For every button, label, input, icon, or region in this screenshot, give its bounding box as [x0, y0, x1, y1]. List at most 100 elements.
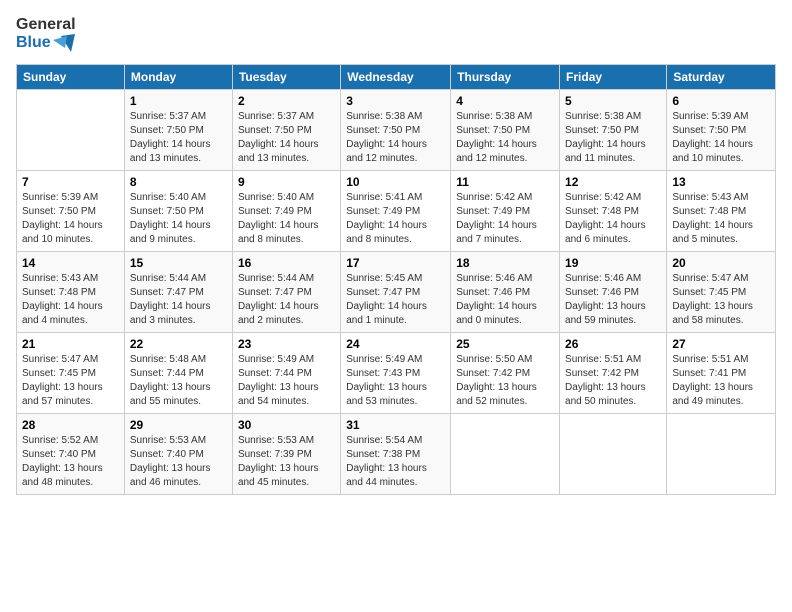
day-info: Sunrise: 5:47 AM Sunset: 7:45 PM Dayligh…: [22, 353, 119, 409]
col-header-wednesday: Wednesday: [341, 64, 451, 89]
day-cell: 23 Sunrise: 5:49 AM Sunset: 7:44 PM Dayli…: [232, 332, 340, 413]
day-cell: 10 Sunrise: 5:41 AM Sunset: 7:49 PM Dayli…: [341, 170, 451, 251]
day-info: Sunrise: 5:37 AM Sunset: 7:50 PM Dayligh…: [130, 110, 227, 166]
day-info: Sunrise: 5:40 AM Sunset: 7:50 PM Dayligh…: [130, 191, 227, 247]
logo-line2: Blue: [16, 34, 76, 52]
day-number: 14: [22, 256, 119, 270]
day-number: 29: [130, 418, 227, 432]
day-number: 23: [238, 337, 335, 351]
day-number: 30: [238, 418, 335, 432]
day-info: Sunrise: 5:41 AM Sunset: 7:49 PM Dayligh…: [346, 191, 445, 247]
week-row-1: 1Sunrise: 5:37 AM Sunset: 7:50 PM Daylig…: [17, 89, 776, 170]
day-info: Sunrise: 5:48 AM Sunset: 7:44 PM Dayligh…: [130, 353, 227, 409]
day-info: Sunrise: 5:43 AM Sunset: 7:48 PM Dayligh…: [22, 272, 119, 328]
day-cell: 14 Sunrise: 5:43 AM Sunset: 7:48 PM Dayli…: [17, 251, 125, 332]
day-cell: 8 Sunrise: 5:40 AM Sunset: 7:50 PM Daylig…: [124, 170, 232, 251]
day-cell: 21 Sunrise: 5:47 AM Sunset: 7:45 PM Dayli…: [17, 332, 125, 413]
day-info: Sunrise: 5:50 AM Sunset: 7:42 PM Dayligh…: [456, 353, 554, 409]
day-info: Sunrise: 5:46 AM Sunset: 7:46 PM Dayligh…: [565, 272, 661, 328]
day-number: 16: [238, 256, 335, 270]
day-cell: 25 Sunrise: 5:50 AM Sunset: 7:42 PM Dayli…: [451, 332, 560, 413]
day-cell: 26 Sunrise: 5:51 AM Sunset: 7:42 PM Dayli…: [560, 332, 667, 413]
day-cell: [560, 413, 667, 494]
day-cell: 30 Sunrise: 5:53 AM Sunset: 7:39 PM Dayli…: [232, 413, 340, 494]
day-cell: 29 Sunrise: 5:53 AM Sunset: 7:40 PM Dayli…: [124, 413, 232, 494]
day-info: Sunrise: 5:38 AM Sunset: 7:50 PM Dayligh…: [456, 110, 554, 166]
day-number: 22: [130, 337, 227, 351]
day-cell: 3 Sunrise: 5:38 AM Sunset: 7:50 PM Daylig…: [341, 89, 451, 170]
day-info: Sunrise: 5:42 AM Sunset: 7:49 PM Dayligh…: [456, 191, 554, 247]
day-number: 19: [565, 256, 661, 270]
day-cell: 24 Sunrise: 5:49 AM Sunset: 7:43 PM Dayli…: [341, 332, 451, 413]
day-info: Sunrise: 5:51 AM Sunset: 7:42 PM Dayligh…: [565, 353, 661, 409]
day-cell: 11Sunrise: 5:42 AM Sunset: 7:49 PM Dayli…: [451, 170, 560, 251]
day-cell: 20 Sunrise: 5:47 AM Sunset: 7:45 PM Dayli…: [667, 251, 776, 332]
day-info: Sunrise: 5:49 AM Sunset: 7:43 PM Dayligh…: [346, 353, 445, 409]
logo-bird-icon: [53, 34, 75, 52]
day-cell: 5 Sunrise: 5:38 AM Sunset: 7:50 PM Daylig…: [560, 89, 667, 170]
day-info: Sunrise: 5:47 AM Sunset: 7:45 PM Dayligh…: [672, 272, 770, 328]
day-cell: [667, 413, 776, 494]
day-cell: 6 Sunrise: 5:39 AM Sunset: 7:50 PM Daylig…: [667, 89, 776, 170]
col-header-friday: Friday: [560, 64, 667, 89]
week-row-5: 28 Sunrise: 5:52 AM Sunset: 7:40 PM Dayli…: [17, 413, 776, 494]
day-cell: 27 Sunrise: 5:51 AM Sunset: 7:41 PM Dayli…: [667, 332, 776, 413]
day-number: 31: [346, 418, 445, 432]
day-number: 27: [672, 337, 770, 351]
logo-line1: General: [16, 16, 76, 34]
day-info: Sunrise: 5:51 AM Sunset: 7:41 PM Dayligh…: [672, 353, 770, 409]
day-info: Sunrise: 5:39 AM Sunset: 7:50 PM Dayligh…: [672, 110, 770, 166]
day-number: 18: [456, 256, 554, 270]
day-info: Sunrise: 5:43 AM Sunset: 7:48 PM Dayligh…: [672, 191, 770, 247]
day-number: 26: [565, 337, 661, 351]
day-info: Sunrise: 5:53 AM Sunset: 7:40 PM Dayligh…: [130, 434, 227, 490]
day-number: 25: [456, 337, 554, 351]
day-number: 15: [130, 256, 227, 270]
day-cell: [451, 413, 560, 494]
calendar-table: SundayMondayTuesdayWednesdayThursdayFrid…: [16, 64, 776, 495]
day-info: Sunrise: 5:42 AM Sunset: 7:48 PM Dayligh…: [565, 191, 661, 247]
col-header-sunday: Sunday: [17, 64, 125, 89]
day-info: Sunrise: 5:54 AM Sunset: 7:38 PM Dayligh…: [346, 434, 445, 490]
day-info: Sunrise: 5:38 AM Sunset: 7:50 PM Dayligh…: [565, 110, 661, 166]
day-cell: 22 Sunrise: 5:48 AM Sunset: 7:44 PM Dayli…: [124, 332, 232, 413]
day-number: 20: [672, 256, 770, 270]
day-number: 24: [346, 337, 445, 351]
day-cell: 15 Sunrise: 5:44 AM Sunset: 7:47 PM Dayli…: [124, 251, 232, 332]
day-number: 5: [565, 94, 661, 108]
day-info: Sunrise: 5:49 AM Sunset: 7:44 PM Dayligh…: [238, 353, 335, 409]
day-cell: 19 Sunrise: 5:46 AM Sunset: 7:46 PM Dayli…: [560, 251, 667, 332]
day-info: Sunrise: 5:37 AM Sunset: 7:50 PM Dayligh…: [238, 110, 335, 166]
day-cell: 28 Sunrise: 5:52 AM Sunset: 7:40 PM Dayli…: [17, 413, 125, 494]
day-cell: 18Sunrise: 5:46 AM Sunset: 7:46 PM Dayli…: [451, 251, 560, 332]
day-number: 6: [672, 94, 770, 108]
day-number: 28: [22, 418, 119, 432]
logo: General Blue: [16, 16, 76, 52]
day-cell: 12Sunrise: 5:42 AM Sunset: 7:48 PM Dayli…: [560, 170, 667, 251]
day-info: Sunrise: 5:52 AM Sunset: 7:40 PM Dayligh…: [22, 434, 119, 490]
day-info: Sunrise: 5:53 AM Sunset: 7:39 PM Dayligh…: [238, 434, 335, 490]
day-cell: 1Sunrise: 5:37 AM Sunset: 7:50 PM Daylig…: [124, 89, 232, 170]
day-info: Sunrise: 5:38 AM Sunset: 7:50 PM Dayligh…: [346, 110, 445, 166]
day-number: 10: [346, 175, 445, 189]
week-row-4: 21 Sunrise: 5:47 AM Sunset: 7:45 PM Dayli…: [17, 332, 776, 413]
day-info: Sunrise: 5:45 AM Sunset: 7:47 PM Dayligh…: [346, 272, 445, 328]
day-info: Sunrise: 5:44 AM Sunset: 7:47 PM Dayligh…: [130, 272, 227, 328]
day-number: 21: [22, 337, 119, 351]
day-info: Sunrise: 5:40 AM Sunset: 7:49 PM Dayligh…: [238, 191, 335, 247]
day-number: 9: [238, 175, 335, 189]
col-header-tuesday: Tuesday: [232, 64, 340, 89]
day-number: 8: [130, 175, 227, 189]
day-number: 17: [346, 256, 445, 270]
day-number: 3: [346, 94, 445, 108]
header: General Blue: [16, 16, 776, 52]
day-info: Sunrise: 5:39 AM Sunset: 7:50 PM Dayligh…: [22, 191, 119, 247]
col-header-monday: Monday: [124, 64, 232, 89]
day-number: 13: [672, 175, 770, 189]
day-cell: 13 Sunrise: 5:43 AM Sunset: 7:48 PM Dayli…: [667, 170, 776, 251]
col-header-thursday: Thursday: [451, 64, 560, 89]
col-header-saturday: Saturday: [667, 64, 776, 89]
day-cell: 2Sunrise: 5:37 AM Sunset: 7:50 PM Daylig…: [232, 89, 340, 170]
column-headers: SundayMondayTuesdayWednesdayThursdayFrid…: [17, 64, 776, 89]
day-cell: 16Sunrise: 5:44 AM Sunset: 7:47 PM Dayli…: [232, 251, 340, 332]
